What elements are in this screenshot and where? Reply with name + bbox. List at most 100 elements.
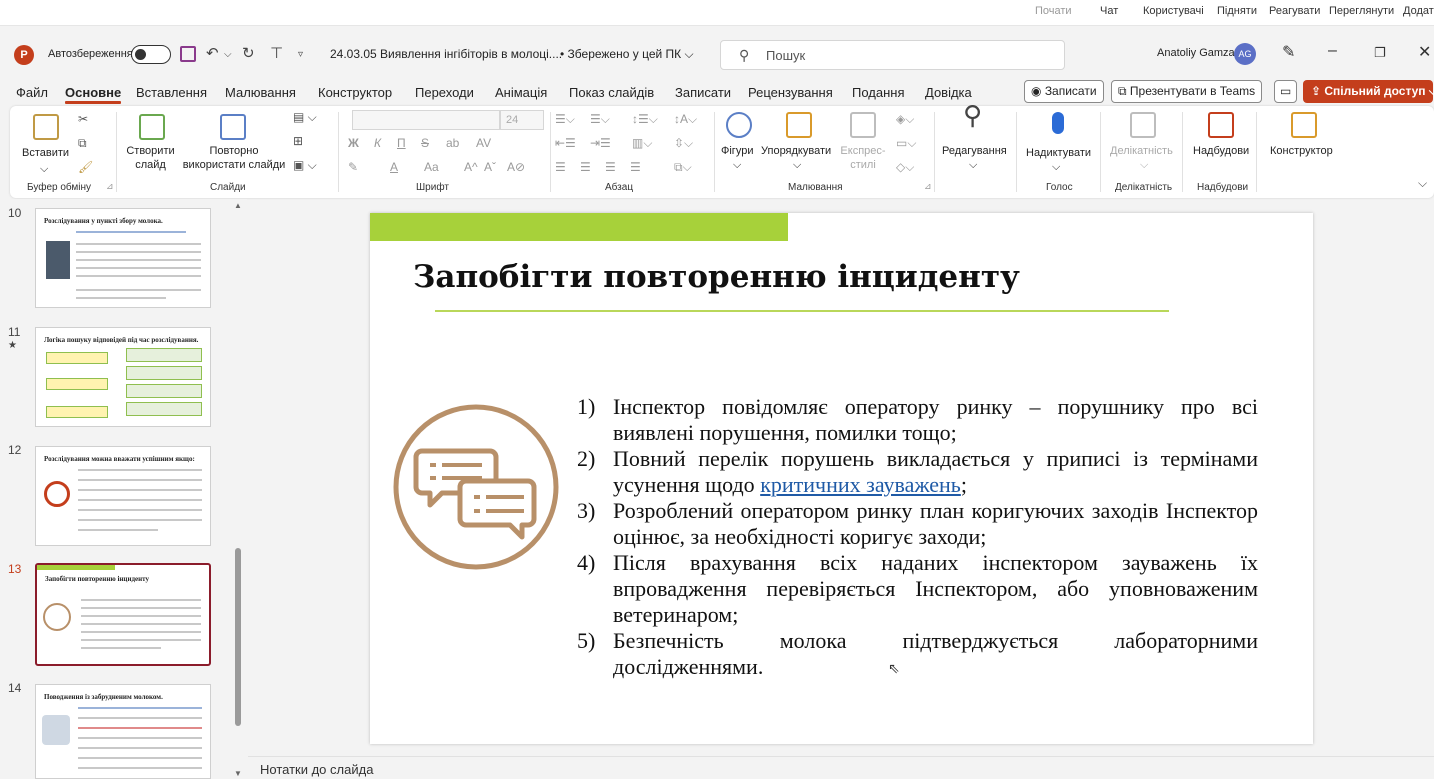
tab-file[interactable]: Файл <box>16 85 48 100</box>
pen-icon[interactable]: ✎ <box>1282 42 1295 62</box>
cut-icon[interactable]: ✂ <box>78 112 88 126</box>
autosave-toggle[interactable] <box>131 45 171 64</box>
designer-button[interactable]: Конструктор <box>1270 144 1333 158</box>
shape-fill-icon[interactable]: ◈⌵ <box>896 112 914 127</box>
redo-icon[interactable]: ↻ <box>242 44 255 62</box>
customize-qat-icon[interactable]: ▿ <box>298 49 303 60</box>
align-center-icon[interactable]: ☰ <box>580 160 591 174</box>
save-status[interactable]: • Збережено у цей ПК ⌵ <box>560 47 694 62</box>
text-shadow-icon[interactable]: ab <box>446 136 459 150</box>
bold-icon[interactable]: Ж <box>348 136 359 150</box>
align-text-icon[interactable]: ⇳⌵ <box>674 136 693 151</box>
drawing-launcher-icon[interactable]: ⊿ <box>924 181 932 192</box>
present-teams-button[interactable]: ⧉ Презентувати в Teams <box>1111 80 1263 103</box>
shapes-icon[interactable] <box>726 112 752 138</box>
meeting-view[interactable]: Переглянути <box>1329 5 1394 17</box>
slide-body-list[interactable]: 1) Інспектор повідомляє оператору ринку –… <box>577 394 1258 680</box>
char-spacing-icon[interactable]: AV <box>476 136 491 150</box>
addins-button[interactable]: Надбудови <box>1193 144 1249 158</box>
numbering-icon[interactable]: ☰⌵ <box>590 112 610 127</box>
shape-outline-icon[interactable]: ▭⌵ <box>896 136 916 151</box>
scroll-down-icon[interactable]: ▼ <box>234 769 242 778</box>
tab-transitions[interactable]: Переходи <box>415 85 474 100</box>
record-button[interactable]: ◉ Записати <box>1024 80 1104 103</box>
designer-icon[interactable] <box>1291 112 1317 138</box>
meeting-people[interactable]: Користувачі <box>1143 5 1204 17</box>
undo-icon[interactable]: ↶ <box>206 44 219 62</box>
avatar[interactable]: AG <box>1234 43 1256 65</box>
tab-draw[interactable]: Малювання <box>225 85 296 100</box>
increase-indent-icon[interactable]: ⇥☰ <box>590 136 611 150</box>
arrange-icon[interactable] <box>786 112 812 138</box>
bullets-icon[interactable]: ☰⌵ <box>555 112 575 127</box>
chat-bubbles-icon[interactable] <box>392 403 560 571</box>
reset-icon[interactable]: ⊞ <box>293 134 303 148</box>
highlight-icon[interactable]: ✎ <box>348 160 358 174</box>
shrink-font-icon[interactable]: Aˇ <box>484 160 496 174</box>
align-left-icon[interactable]: ☰ <box>555 160 566 174</box>
tab-insert[interactable]: Вставлення <box>136 85 207 100</box>
document-title[interactable]: 24.03.05 Виявлення інгібіторів в молоці.… <box>330 47 562 61</box>
font-name-input[interactable] <box>352 110 500 130</box>
tab-slideshow[interactable]: Показ слайдів <box>569 85 654 100</box>
comments-icon[interactable]: ▭ <box>1274 80 1298 103</box>
scroll-up-icon[interactable]: ▲ <box>234 201 242 210</box>
slide-thumbnail-14[interactable]: Поводження із забрудненим молоком. <box>35 684 211 779</box>
new-slide-button[interactable]: Створити слайд <box>123 144 178 172</box>
tab-design[interactable]: Конструктор <box>318 85 392 100</box>
dictate-dropdown-icon[interactable]: ⌵ <box>1052 160 1060 174</box>
close-icon[interactable]: ✕ <box>1418 42 1431 62</box>
tab-animations[interactable]: Анімація <box>495 85 547 100</box>
clear-format-icon[interactable]: A⊘ <box>507 160 525 174</box>
paste-dropdown-icon[interactable]: ⌵ <box>40 162 48 176</box>
slide-thumbnail-13[interactable]: Запобігти повторенню інциденту <box>35 563 211 666</box>
save-icon[interactable] <box>180 46 196 62</box>
paste-icon[interactable] <box>33 114 59 140</box>
smartart-icon[interactable]: ⧉⌵ <box>674 160 692 175</box>
restore-icon[interactable]: ❐ <box>1374 45 1386 61</box>
tab-help[interactable]: Довідка <box>925 85 972 100</box>
italic-icon[interactable]: К <box>374 136 381 150</box>
dictate-button[interactable]: Надиктувати <box>1026 146 1091 160</box>
font-color-icon[interactable]: A <box>390 160 398 174</box>
editing-button[interactable]: Редагування <box>942 144 1007 158</box>
slide-canvas[interactable]: Запобігти повторенню інциденту 1) Інспект… <box>370 213 1313 744</box>
strikethrough-icon[interactable]: S <box>421 136 429 150</box>
meeting-react[interactable]: Реагувати <box>1269 5 1320 17</box>
shape-effects-icon[interactable]: ◇⌵ <box>896 160 914 175</box>
tab-home[interactable]: Основне <box>65 85 122 104</box>
meeting-start[interactable]: Почати <box>1035 5 1072 17</box>
meeting-raise[interactable]: Підняти <box>1217 5 1257 17</box>
shapes-button[interactable]: Фігури <box>721 144 753 158</box>
slide-thumbnail-11[interactable]: Логіка пошуку відповідей під час розслід… <box>35 327 211 427</box>
reuse-slides-icon[interactable] <box>220 114 246 140</box>
clipboard-launcher-icon[interactable]: ⊿ <box>106 181 114 192</box>
present-icon[interactable]: ⊤ <box>270 44 283 62</box>
meeting-chat[interactable]: Чат <box>1100 5 1118 17</box>
arrange-dropdown-icon[interactable]: ⌵ <box>793 158 801 172</box>
slide-thumbnail-12[interactable]: Розслідування можна вважати успішним якщ… <box>35 446 211 546</box>
user-name[interactable]: Anatoliy Gamza <box>1157 47 1235 59</box>
thumbnails-scroll-thumb[interactable] <box>235 548 241 726</box>
new-slide-icon[interactable] <box>139 114 165 140</box>
tab-view[interactable]: Подання <box>852 85 905 100</box>
collapse-ribbon-icon[interactable]: ⌵ <box>1418 176 1427 191</box>
addins-icon[interactable] <box>1208 112 1234 138</box>
find-icon[interactable]: ⚲ <box>963 102 982 128</box>
shapes-dropdown-icon[interactable]: ⌵ <box>733 158 741 172</box>
grow-font-icon[interactable]: A^ <box>464 160 478 174</box>
format-painter-icon[interactable]: 🖌 <box>78 160 93 174</box>
minimize-icon[interactable]: – <box>1328 42 1337 60</box>
arrange-button[interactable]: Упорядкувати <box>761 144 831 158</box>
tab-review[interactable]: Рецензування <box>748 85 833 100</box>
reuse-slides-button[interactable]: Повторно використати слайди <box>180 144 288 172</box>
line-spacing-icon[interactable]: ↕☰⌵ <box>632 112 658 127</box>
font-size-input[interactable]: 24 <box>500 110 544 130</box>
text-direction-icon[interactable]: ↕A⌵ <box>674 112 697 127</box>
section-icon[interactable]: ▣ ⌵ <box>293 158 317 173</box>
slide-title[interactable]: Запобігти повторенню інциденту <box>413 259 1020 295</box>
undo-dropdown-icon[interactable]: ⌵ <box>224 49 232 60</box>
columns-icon[interactable]: ▥⌵ <box>632 136 652 151</box>
slide-thumbnail-10[interactable]: Розслідування у пункті збору молока. <box>35 208 211 308</box>
copy-icon[interactable]: ⧉ <box>78 136 87 151</box>
